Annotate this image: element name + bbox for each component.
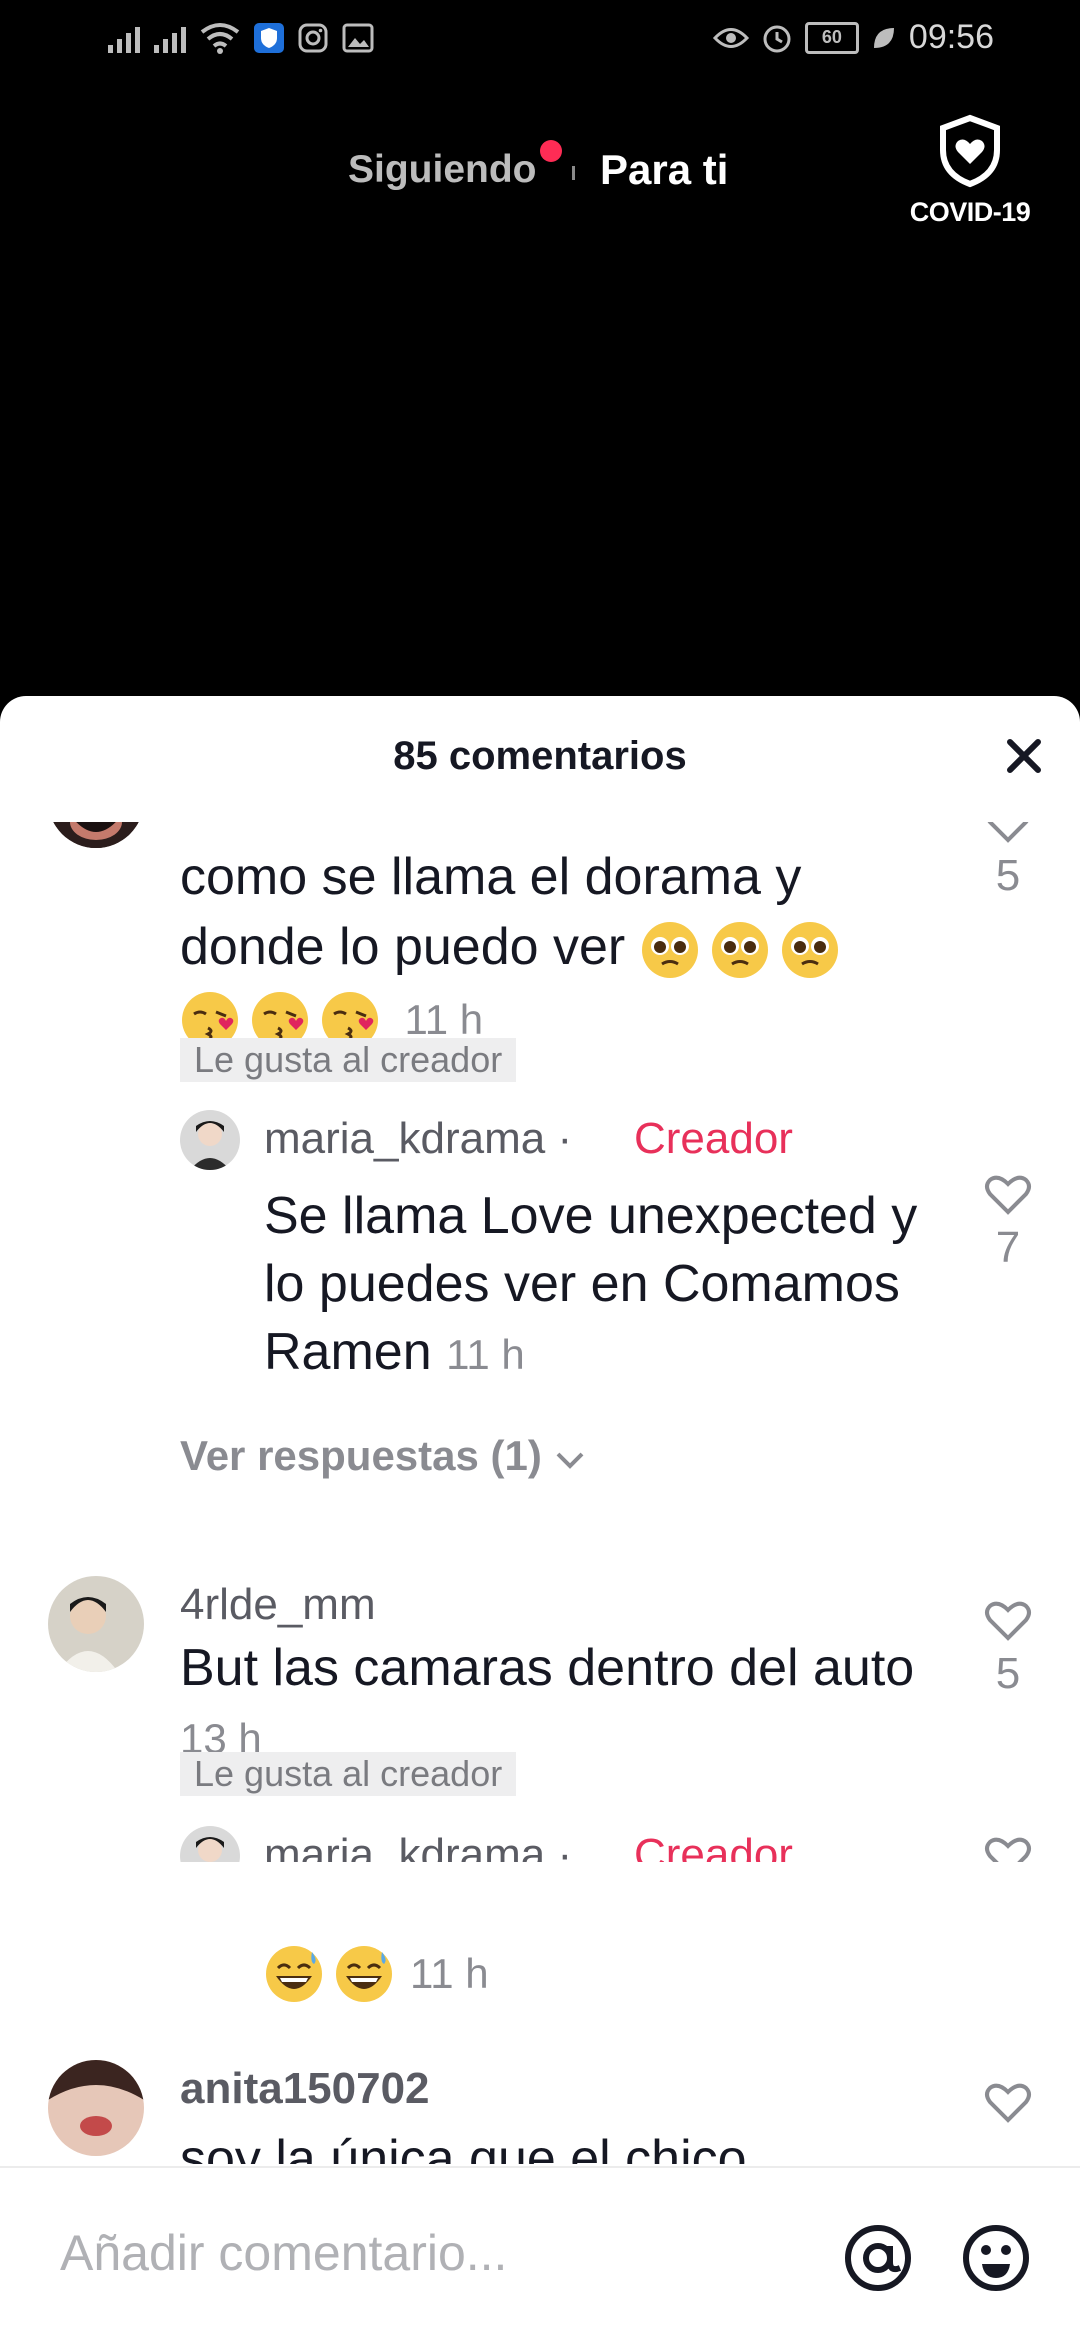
comment-body: como se llama el dorama y donde lo puedo… — [180, 848, 802, 976]
shield-app-icon — [254, 23, 284, 53]
status-right-icons: 60 09:56 — [712, 18, 994, 57]
liked-by-creator-badge: Le gusta al creador — [180, 1038, 517, 1082]
comment-author[interactable]: anita150702 — [180, 2064, 430, 2114]
comments-sheet: 85 comentarios como se llama el dorama y… — [0, 696, 1080, 2340]
comment-input-bar: Añadir comentario... — [0, 2166, 1080, 2342]
grinning-sweat-emoji — [336, 1946, 392, 2002]
like-count: 5 — [995, 1649, 1021, 1698]
comments-count-title: 85 comentarios — [393, 734, 687, 778]
new-content-dot — [540, 140, 562, 162]
shield-heart-icon — [940, 114, 1000, 188]
mention-button[interactable] — [842, 2222, 914, 2294]
alarm-icon — [763, 25, 791, 52]
pleading-face-emoji — [641, 922, 698, 979]
reply-username[interactable]: maria_kdrama — [264, 1114, 545, 1163]
like-button[interactable] — [978, 1834, 1038, 1862]
liked-by-creator-badge: Le gusta al creador — [180, 1752, 517, 1796]
avatar[interactable] — [180, 1826, 240, 1862]
reply-time: 11 h — [446, 1331, 525, 1378]
reply-author[interactable]: maria_kdrama · — [264, 1114, 572, 1164]
grinning-sweat-emoji — [266, 1946, 322, 2002]
heart-outline-icon — [985, 2083, 1031, 2123]
reply-time: 11 h — [410, 1950, 489, 1997]
like-button[interactable]: 5 — [978, 822, 1038, 901]
pleading-face-emoji — [711, 922, 768, 979]
like-count: 5 — [995, 851, 1021, 900]
comment-text: soy la única que el chico — [180, 2130, 747, 2164]
avatar[interactable] — [180, 1110, 240, 1170]
signal-icon-2 — [154, 23, 186, 53]
chevron-down-icon — [556, 1452, 583, 1469]
heart-outline-icon — [987, 822, 1029, 843]
creator-tag: Creador — [634, 1830, 793, 1862]
emoji-button[interactable] — [960, 2222, 1032, 2294]
separator-dot: · — [557, 1830, 573, 1862]
close-icon — [1007, 739, 1041, 773]
leaf-icon — [873, 27, 894, 48]
like-button[interactable]: 5 — [978, 1598, 1038, 1699]
comment-author[interactable]: 4rlde_mm — [180, 1580, 376, 1630]
reply-emoji-row: 11 h — [264, 1942, 489, 2006]
like-count: 7 — [995, 1223, 1021, 1272]
heart-outline-icon — [985, 1601, 1031, 1641]
avatar[interactable] — [48, 822, 144, 848]
like-button[interactable]: 7 — [978, 1172, 1038, 1273]
battery-icon: 60 — [804, 21, 859, 54]
tab-separator — [572, 166, 575, 180]
clock: 09:56 — [908, 18, 994, 56]
separator-dot: · — [557, 1114, 573, 1163]
comment-time: 11 h — [404, 996, 484, 1043]
avatar[interactable] — [48, 2060, 144, 2156]
heart-outline-icon — [985, 1175, 1031, 1215]
comments-list[interactable]: como se llama el dorama y donde lo puedo… — [0, 822, 1080, 1862]
eye-icon — [712, 27, 749, 48]
tab-for-you[interactable]: Para ti — [600, 146, 728, 194]
creator-tag: Creador — [634, 1114, 793, 1163]
at-sign-icon — [845, 2225, 911, 2291]
pleading-face-emoji — [781, 922, 838, 979]
like-button[interactable] — [978, 2080, 1038, 2129]
reply-username[interactable]: maria_kdrama — [264, 1830, 545, 1862]
status-left-icons — [108, 22, 374, 54]
view-replies-label: Ver respuestas (1) — [180, 1432, 542, 1479]
covid-button[interactable]: COVID-19 — [900, 114, 1040, 228]
reply-author[interactable]: maria_kdrama · — [264, 1830, 572, 1862]
close-button[interactable] — [996, 728, 1052, 784]
reply-text: Se llama Love unexpected y lo puedes ver… — [264, 1182, 964, 1389]
heart-outline-icon — [985, 1837, 1031, 1862]
reply-body: Se llama Love unexpected y lo puedes ver… — [264, 1187, 918, 1381]
tab-following[interactable]: Siguiendo — [348, 148, 537, 192]
comment-body: But las camaras dentro del auto — [180, 1639, 915, 1697]
wifi-icon — [200, 23, 240, 54]
comment-text: como se llama el dorama y donde lo puedo… — [180, 842, 940, 1055]
view-replies-button[interactable]: Ver respuestas (1) — [180, 1432, 586, 1480]
avatar[interactable] — [48, 1576, 144, 1672]
instagram-icon — [298, 23, 328, 53]
covid-label: COVID-19 — [909, 197, 1031, 227]
smiley-icon — [963, 2225, 1029, 2291]
comment-input[interactable]: Añadir comentario... — [60, 2224, 507, 2282]
status-bar: 60 09:56 — [0, 0, 1080, 86]
signal-icon — [108, 23, 140, 53]
gallery-icon — [342, 23, 374, 53]
